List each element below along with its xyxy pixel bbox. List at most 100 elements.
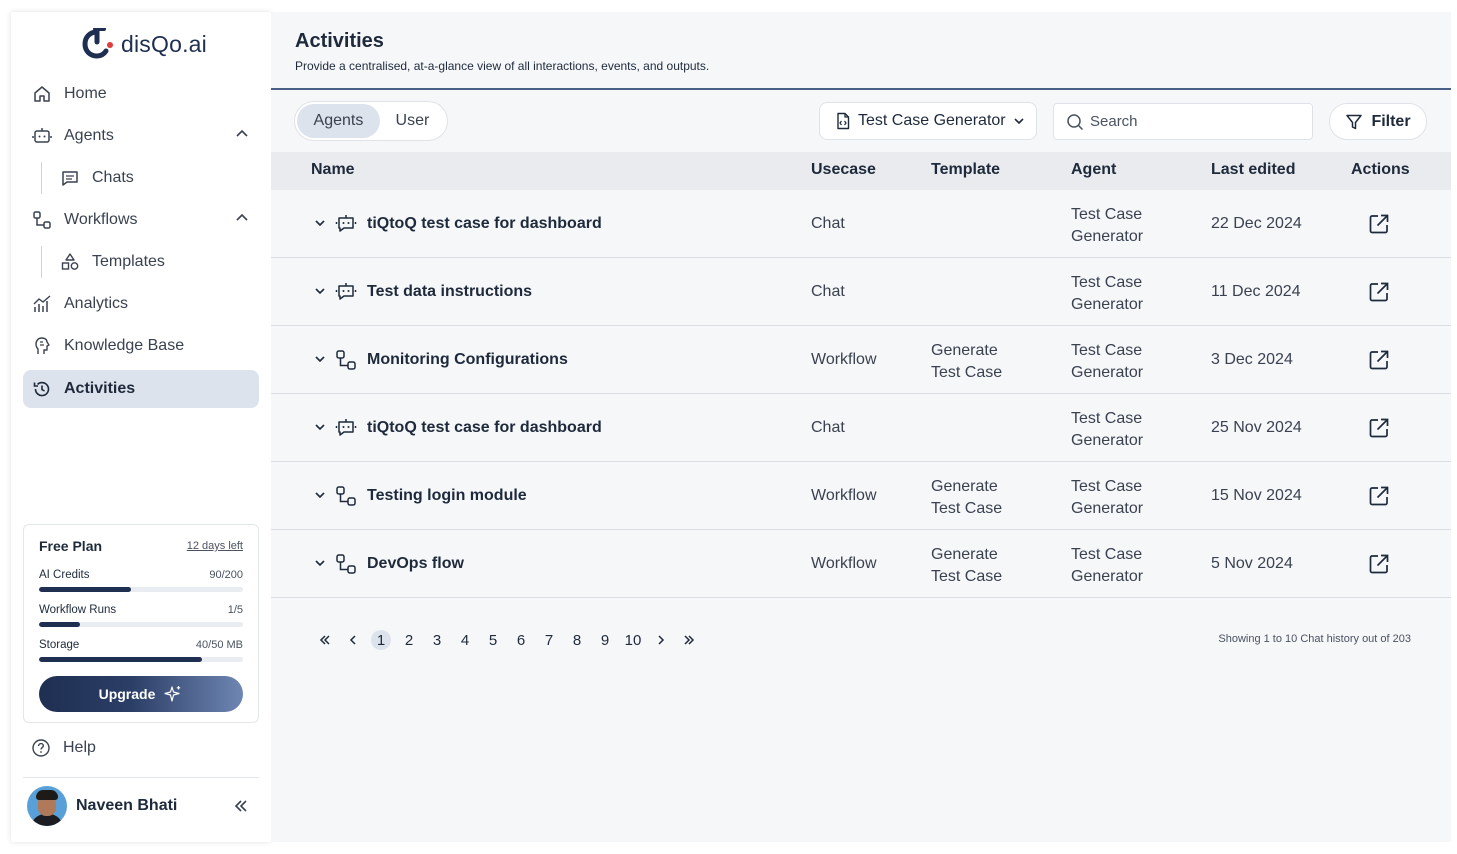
brand-logo[interactable]: disQo.ai — [81, 28, 207, 60]
column-header-agent[interactable]: Agent — [1071, 161, 1116, 179]
page-number-label: 5 — [488, 631, 498, 649]
page-subtitle: Provide a centralised, at-a-glance view … — [295, 59, 710, 73]
page-number-label: 4 — [460, 631, 470, 649]
open-external-icon[interactable] — [1367, 212, 1391, 241]
chevron-up-icon[interactable] — [235, 211, 249, 230]
tab-user[interactable]: User — [380, 104, 445, 138]
meter-fill — [39, 587, 131, 592]
chevron-down-icon[interactable] — [313, 556, 327, 575]
page-number-label: 10 — [624, 631, 642, 649]
workflow-icon — [335, 485, 357, 512]
agent-select[interactable]: Test Case Generator — [819, 102, 1037, 140]
open-external-icon[interactable] — [1367, 348, 1391, 377]
page-number[interactable]: 8 — [563, 629, 591, 651]
row-name[interactable]: tiQtoQ test case for dashboard — [367, 419, 602, 437]
page-number-label: 9 — [600, 631, 610, 649]
filter-button[interactable]: Filter — [1329, 103, 1427, 140]
row-agent: Test Case Generator — [1071, 410, 1144, 449]
meter-value: 40/50 MB — [195, 639, 243, 651]
page-number[interactable]: 6 — [507, 629, 535, 651]
column-header-last-edited[interactable]: Last edited — [1211, 161, 1295, 179]
next-page-icon[interactable] — [647, 629, 675, 651]
sidebar-item-templates[interactable]: Templates — [51, 243, 259, 281]
row-usecase: Chat — [811, 215, 845, 232]
chevron-down-icon[interactable] — [313, 420, 327, 439]
prev-page-icon[interactable] — [339, 629, 367, 651]
sidebar-item-workflows[interactable]: Workflows — [23, 201, 259, 239]
page-number[interactable]: 7 — [535, 629, 563, 651]
meter-value: 1/5 — [227, 604, 243, 616]
bot-chat-icon — [335, 281, 357, 308]
sidebar-item-label: Analytics — [64, 295, 129, 312]
main-content: Activities Provide a centralised, at-a-g… — [271, 12, 1451, 842]
help-link[interactable]: Help — [31, 738, 96, 758]
table-row[interactable]: tiQtoQ test case for dashboard Chat Test C… — [271, 394, 1451, 462]
row-name[interactable]: Test data instructions — [367, 283, 532, 301]
meter-fill — [39, 622, 80, 627]
chevron-down-icon[interactable] — [313, 352, 327, 371]
help-label: Help — [63, 739, 96, 756]
column-header-name[interactable]: Name — [311, 161, 355, 179]
tab-agents[interactable]: Agents — [297, 104, 380, 138]
sidebar-item-label: Chats — [92, 169, 134, 186]
pagination-summary: Showing 1 to 10 Chat history out of 203 — [1218, 633, 1411, 645]
open-external-icon[interactable] — [1367, 416, 1391, 445]
chevron-down-icon[interactable] — [313, 216, 327, 235]
logo-mark-icon — [82, 28, 113, 59]
collapse-sidebar-icon[interactable] — [233, 798, 249, 819]
page-number-label: 3 — [432, 631, 442, 649]
page-number[interactable]: 3 — [423, 629, 451, 651]
chevron-down-icon[interactable] — [313, 284, 327, 303]
user-name: Naveen Bhati — [76, 797, 178, 814]
table-row[interactable]: Monitoring Configurations Workflow Generat… — [271, 326, 1451, 394]
page-number[interactable]: 9 — [591, 629, 619, 651]
search-input[interactable] — [1090, 113, 1300, 130]
days-left-link[interactable]: 12 days left — [187, 540, 243, 552]
open-external-icon[interactable] — [1367, 280, 1391, 309]
help-circle-icon — [32, 739, 50, 757]
page-number[interactable]: 10 — [619, 629, 647, 651]
table-row[interactable]: tiQtoQ test case for dashboard Chat Test C… — [271, 190, 1451, 258]
page-number-label: 1 — [371, 630, 391, 650]
chevron-down-icon[interactable] — [313, 488, 327, 507]
plan-title: Free Plan — [39, 538, 103, 554]
sidebar-item-knowledge-base[interactable]: Knowledge Base — [23, 327, 259, 365]
row-agent: Test Case Generator — [1071, 546, 1144, 585]
user-profile[interactable]: Naveen Bhati — [27, 786, 259, 826]
upgrade-button[interactable]: Upgrade — [39, 676, 243, 712]
chevron-up-icon[interactable] — [235, 127, 249, 146]
sidebar-item-home[interactable]: Home — [23, 75, 259, 113]
row-name[interactable]: tiQtoQ test case for dashboard — [367, 215, 602, 233]
table-row[interactable]: DevOps flow Workflow Generate Test Case Tes… — [271, 530, 1451, 598]
open-external-icon[interactable] — [1367, 484, 1391, 513]
meter-value: 90/200 — [209, 569, 243, 581]
ai-credits-meter: AI Credits 90/200 — [39, 569, 243, 592]
sidebar-item-label: Workflows — [64, 211, 138, 228]
row-name[interactable]: Testing login module — [367, 487, 527, 505]
page-number[interactable]: 5 — [479, 629, 507, 651]
row-usecase: Chat — [811, 283, 845, 300]
sidebar-item-activities[interactable]: Activities — [23, 370, 259, 408]
sidebar-item-analytics[interactable]: Analytics — [23, 285, 259, 323]
row-last-edited: 25 Nov 2024 — [1211, 419, 1302, 436]
column-header-template[interactable]: Template — [931, 161, 1000, 179]
row-name[interactable]: Monitoring Configurations — [367, 351, 568, 369]
page-number[interactable]: 1 — [367, 629, 395, 651]
table-row[interactable]: Test data instructions Chat Test Case Gene… — [271, 258, 1451, 326]
row-agent: Test Case Generator — [1071, 478, 1144, 517]
meter-label: AI Credits — [39, 569, 90, 581]
last-page-icon[interactable] — [675, 629, 703, 651]
page-number[interactable]: 2 — [395, 629, 423, 651]
column-header-usecase[interactable]: Usecase — [811, 161, 876, 179]
first-page-icon[interactable] — [311, 629, 339, 651]
sidebar-item-agents[interactable]: Agents — [23, 117, 259, 155]
row-last-edited: 22 Dec 2024 — [1211, 215, 1302, 232]
sidebar-item-chats[interactable]: Chats — [51, 159, 259, 197]
page-title: Activities — [295, 30, 384, 52]
open-external-icon[interactable] — [1367, 552, 1391, 581]
table-row[interactable]: Testing login module Workflow Generate Tes… — [271, 462, 1451, 530]
analytics-icon — [31, 293, 53, 315]
row-name[interactable]: DevOps flow — [367, 555, 464, 573]
page-number[interactable]: 4 — [451, 629, 479, 651]
sidebar-item-label: Activities — [64, 380, 136, 397]
